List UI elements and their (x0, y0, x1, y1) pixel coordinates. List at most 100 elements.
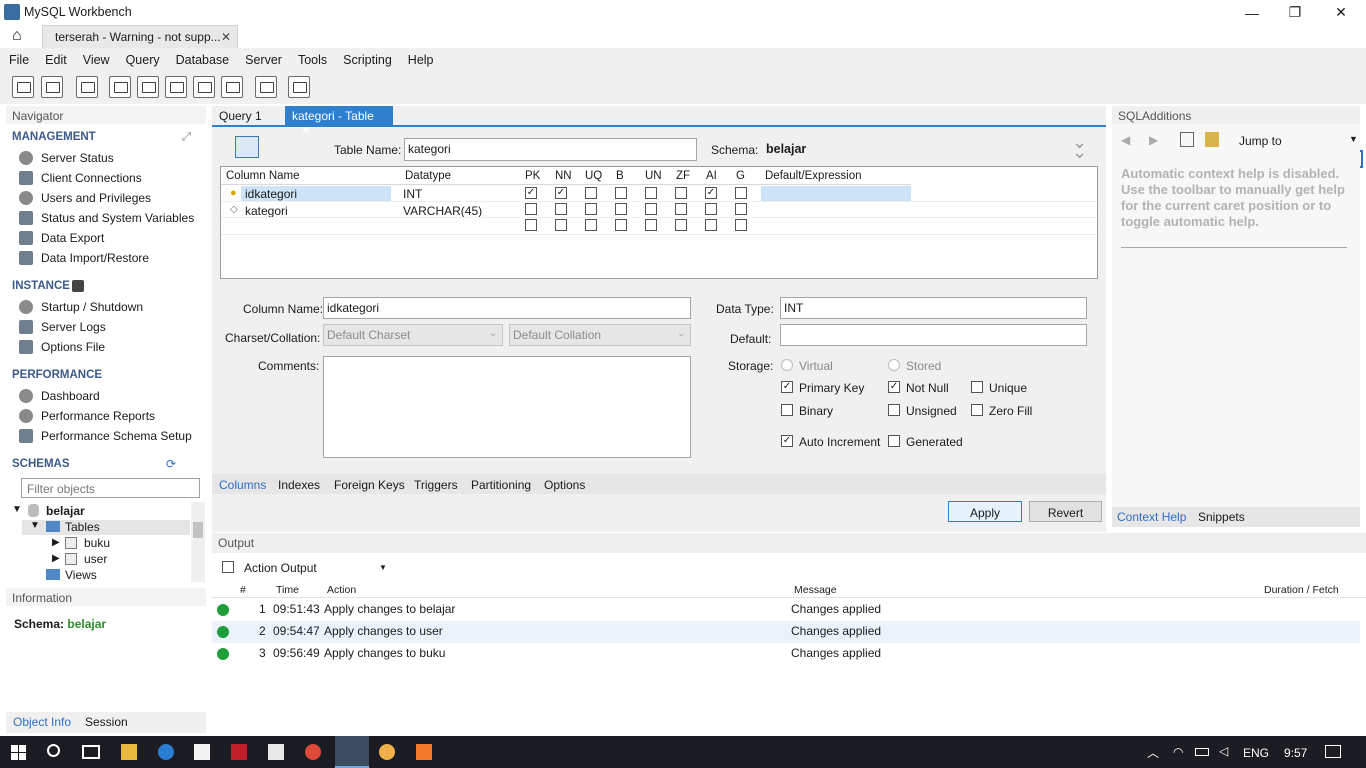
mcafee-icon[interactable] (231, 744, 247, 760)
nav-client-connections[interactable]: Client Connections (41, 171, 142, 185)
table-row[interactable]: 3 09:56:49 Apply changes to buku Changes… (212, 643, 1360, 665)
unsigned-checkbox[interactable] (888, 404, 900, 416)
edge-icon[interactable] (158, 744, 174, 760)
primary-key-checkbox[interactable]: ✓ (781, 381, 793, 393)
stored-radio[interactable] (888, 359, 900, 371)
collation-select[interactable]: Default Collation (509, 324, 691, 346)
revert-button[interactable]: Revert (1029, 501, 1102, 522)
home-icon[interactable]: ⌂ (12, 28, 30, 44)
nav-server-status[interactable]: Server Status (41, 151, 114, 165)
header-pk[interactable]: PK (525, 170, 540, 182)
network-icon[interactable]: ◠ (1173, 745, 1183, 759)
header-ai[interactable]: AI (706, 170, 717, 182)
row-kategori-type[interactable]: VARCHAR(45) (403, 204, 482, 218)
b-checkbox[interactable] (615, 187, 627, 199)
notification-icon[interactable] (1325, 745, 1341, 758)
subtab-columns[interactable]: Columns (219, 478, 266, 492)
maximize-button[interactable]: ❐ (1272, 0, 1318, 25)
mail-icon[interactable] (268, 744, 284, 760)
clock[interactable]: 9:57 (1284, 746, 1307, 760)
comments-textarea[interactable] (323, 356, 691, 458)
binary-checkbox[interactable] (781, 404, 793, 416)
windows-start-icon[interactable] (11, 745, 26, 760)
refresh-icon[interactable]: ⟳ (166, 457, 176, 471)
manual-help-icon[interactable] (1180, 132, 1194, 147)
default-input[interactable] (780, 324, 1087, 346)
back-icon[interactable]: ◀ (1121, 133, 1130, 147)
nav-data-export[interactable]: Data Export (41, 231, 104, 245)
menu-edit[interactable]: Edit (45, 48, 75, 72)
header-default[interactable]: Default/Expression (765, 170, 862, 182)
create-view-icon[interactable] (165, 76, 187, 98)
reconnect-icon[interactable] (288, 76, 310, 98)
views-node[interactable]: Views (65, 568, 97, 582)
menu-scripting[interactable]: Scripting (343, 48, 400, 72)
create-table-icon[interactable] (137, 76, 159, 98)
ai-checkbox[interactable]: ✓ (705, 187, 717, 199)
nav-status-variables[interactable]: Status and System Variables (41, 211, 194, 225)
schema-filter-input[interactable]: Filter objects (21, 478, 200, 498)
subtab-indexes[interactable]: Indexes (278, 478, 320, 492)
connection-tab[interactable]: terserah - Warning - not supp... ✕ (42, 25, 238, 48)
chrome-icon[interactable] (305, 744, 321, 760)
chevron-up-icon[interactable]: ︿ (1147, 744, 1159, 761)
header-action[interactable]: Action (327, 584, 356, 596)
zero-fill-checkbox[interactable] (971, 404, 983, 416)
create-procedure-icon[interactable] (193, 76, 215, 98)
tab-object-info[interactable]: Object Info (13, 715, 71, 729)
tree-scrollbar[interactable] (191, 502, 205, 582)
schema-belajar[interactable]: belajar (46, 504, 85, 518)
tab-kategori-table[interactable]: kategori - Table ✕ (285, 106, 393, 137)
not-null-checkbox[interactable]: ✓ (888, 381, 900, 393)
auto-increment-checkbox[interactable]: ✓ (781, 435, 793, 447)
nn-checkbox[interactable] (555, 203, 567, 215)
header-uq[interactable]: UQ (585, 170, 602, 182)
header-g[interactable]: G (736, 170, 745, 182)
header-nn[interactable]: NN (555, 170, 572, 182)
menu-help[interactable]: Help (408, 48, 442, 72)
virtual-radio[interactable] (781, 359, 793, 371)
apply-button[interactable]: Apply (948, 501, 1022, 522)
store-icon[interactable] (194, 744, 210, 760)
output-type-select[interactable]: Action Output (244, 561, 317, 575)
task-view-icon[interactable] (82, 745, 100, 759)
header-zf[interactable]: ZF (676, 170, 690, 182)
tab-snippets[interactable]: Snippets (1198, 510, 1245, 524)
header-message[interactable]: Message (794, 584, 837, 596)
create-schema-icon[interactable] (109, 76, 131, 98)
scroll-thumb[interactable] (193, 522, 203, 538)
unique-checkbox[interactable] (971, 381, 983, 393)
inspector-icon[interactable] (76, 76, 98, 98)
charset-select[interactable]: Default Charset (323, 324, 503, 346)
header-time[interactable]: Time (276, 584, 299, 596)
pk-checkbox[interactable] (525, 203, 537, 215)
table-row[interactable]: 2 09:54:47 Apply changes to user Changes… (212, 621, 1360, 643)
row-idkategori-name[interactable]: idkategori (245, 187, 297, 201)
pk-checkbox[interactable]: ✓ (525, 187, 537, 199)
nav-users-privileges[interactable]: Users and Privileges (41, 191, 151, 205)
subtab-foreign-keys[interactable]: Foreign Keys (334, 478, 405, 492)
nav-data-import[interactable]: Data Import/Restore (41, 251, 149, 265)
menu-tools[interactable]: Tools (298, 48, 335, 72)
minimize-button[interactable]: — (1229, 0, 1275, 25)
un-checkbox[interactable] (645, 219, 657, 231)
nav-options-file[interactable]: Options File (41, 340, 105, 354)
header-un[interactable]: UN (645, 170, 662, 182)
zf-checkbox[interactable] (675, 203, 687, 215)
nn-checkbox[interactable]: ✓ (555, 187, 567, 199)
close-button[interactable]: ✕ (1318, 0, 1364, 25)
menu-file[interactable]: File (9, 48, 37, 72)
header-column-name[interactable]: Column Name (226, 170, 300, 182)
open-sql-script-icon[interactable] (41, 76, 63, 98)
subtab-options[interactable]: Options (544, 478, 585, 492)
collapse-arrow-icon[interactable]: ▶ (52, 537, 60, 548)
close-icon[interactable]: ✕ (221, 30, 231, 44)
ai-checkbox[interactable] (705, 203, 717, 215)
expand-icon[interactable]: ⤢ (182, 131, 191, 144)
menu-query[interactable]: Query (126, 48, 168, 72)
workbench-taskbar-icon[interactable] (335, 736, 369, 768)
copy-icon[interactable] (222, 561, 234, 573)
un-checkbox[interactable] (645, 203, 657, 215)
nav-performance-reports[interactable]: Performance Reports (41, 409, 155, 423)
jump-to-select[interactable]: Jump to (1239, 134, 1282, 148)
